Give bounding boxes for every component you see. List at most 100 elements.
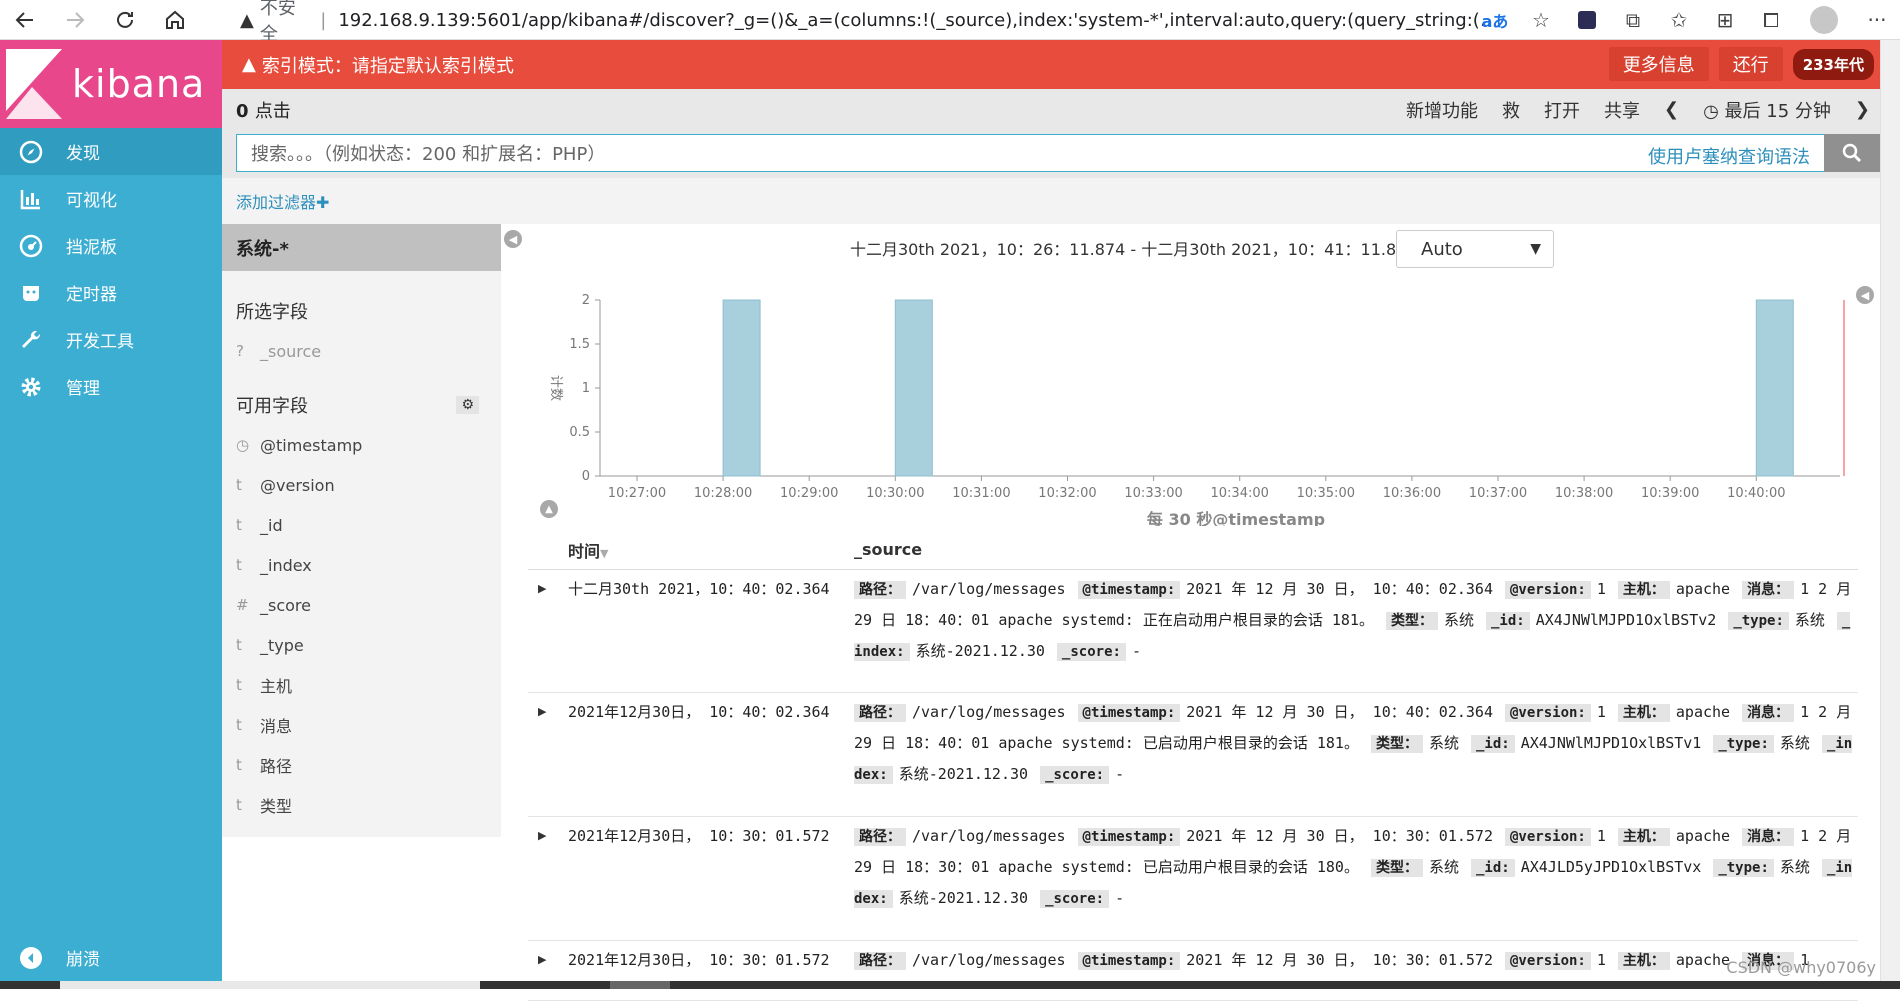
time-picker[interactable]: ◷ 最后 15 分钟 <box>1703 97 1831 123</box>
sidebar-item-label: 可视化 <box>66 186 117 211</box>
expand-row-icon[interactable]: ▶ <box>538 582 546 595</box>
dismiss-button[interactable]: 还行 <box>1719 47 1783 81</box>
id-key: _id: <box>1471 735 1515 753</box>
time-column-header[interactable]: 时间▼ <box>568 538 608 562</box>
host-value: apache <box>1676 827 1730 845</box>
index-pattern-title[interactable]: 系统-* <box>222 224 501 271</box>
address-bar[interactable]: ▲ 不安全 | 192.168.9.139:5601/app/kibana#/d… <box>240 3 1500 37</box>
more-menu-icon[interactable]: ··· <box>1854 0 1900 40</box>
search-icon <box>1842 143 1862 163</box>
sidebar-item-management[interactable]: 管理 <box>0 363 222 410</box>
host-value: apache <box>1676 580 1730 598</box>
collapse-icon <box>18 945 44 971</box>
field-item[interactable]: t_type <box>222 625 501 665</box>
x-tick-label: 10:29:00 <box>780 486 838 501</box>
collapse-sidebar-icon[interactable]: ◀ <box>504 230 522 248</box>
lucene-syntax-link[interactable]: 使用卢塞纳查询语法 <box>1648 143 1810 169</box>
x-tick-label: 10:32:00 <box>1038 486 1096 501</box>
sidebar-item-label: 开发工具 <box>66 327 134 352</box>
x-tick-label: 10:31:00 <box>952 486 1010 501</box>
reload-button[interactable] <box>100 0 150 40</box>
timestamp-value: 2021 年 12 月 30 日， 10：40：02.364 <box>1186 703 1493 721</box>
time-range-label: 十二月30th 2021，10：26：11.874 - 十二月30th 2021… <box>850 236 1438 260</box>
index-pattern-alert: ▲ 索引模式：请指定默认索引模式 更多信息 还行 233年代 <box>222 40 1900 89</box>
url-text[interactable]: 192.168.9.139:5601/app/kibana#/discover?… <box>338 10 1500 31</box>
gear-icon <box>18 374 44 400</box>
gear-icon[interactable]: ⚙ <box>456 396 479 414</box>
histogram-chart: 00.511.5210:27:0010:28:0010:29:0010:30:0… <box>530 276 1860 526</box>
search-input[interactable]: 搜索。。。（例如状态：200 和扩展名：PHP） <box>236 134 1826 172</box>
y-axis-label: 计数 <box>548 375 563 401</box>
doc-type-value: 系统 <box>1795 611 1825 629</box>
translate-icon[interactable]: aあ <box>1472 0 1518 40</box>
expand-row-icon[interactable]: ▶ <box>538 953 546 966</box>
scroll-thumb-secondary[interactable] <box>610 981 670 989</box>
vertical-scrollbar[interactable] <box>1880 40 1900 989</box>
share-screen-icon[interactable]: ⧠ <box>1748 0 1794 40</box>
sidebar-item-label: 发现 <box>66 139 100 164</box>
host-key: 主机： <box>1618 828 1670 846</box>
add-filter-link[interactable]: 添加过滤器✚ <box>236 189 329 213</box>
favorite-add-icon[interactable]: ☆ <box>1518 0 1564 40</box>
collections-icon[interactable]: ⊞ <box>1702 0 1748 40</box>
x-tick-label: 10:34:00 <box>1211 486 1269 501</box>
table-row[interactable]: ▶十二月30th 2021，10：40：02.364路径：/var/log/me… <box>528 570 1858 693</box>
score-value: - <box>1115 889 1124 907</box>
table-row[interactable]: ▶2021年12月30日， 10：30：01.572路径：/var/log/me… <box>528 817 1858 941</box>
x-tick-label: 10:35:00 <box>1297 486 1355 501</box>
share-button[interactable]: 共享 <box>1604 97 1640 123</box>
field-item[interactable]: t路径 <box>222 745 501 785</box>
profile-avatar[interactable] <box>1810 6 1838 34</box>
timestamp-key: @timestamp: <box>1078 704 1181 722</box>
sidebar-item-dashboard[interactable]: 挡泥板 <box>0 222 222 269</box>
chevron-right-icon[interactable]: ❯ <box>1855 99 1870 120</box>
clock-icon: ◷ <box>1703 101 1724 122</box>
field-name: 主机 <box>260 673 292 697</box>
search-button[interactable] <box>1824 134 1880 172</box>
bar-chart-icon <box>18 186 44 212</box>
field-type-icon: t <box>236 516 260 534</box>
interval-select[interactable]: Auto ▼ <box>1396 230 1554 268</box>
field-item[interactable]: ? _source <box>222 335 501 367</box>
scroll-thumb[interactable] <box>60 981 480 989</box>
sidebar-item-devtools[interactable]: 开发工具 <box>0 316 222 363</box>
open-button[interactable]: 打开 <box>1544 97 1580 123</box>
sidebar-item-timelion[interactable]: 定时器 <box>0 269 222 316</box>
save-button[interactable]: 救 <box>1502 97 1520 123</box>
score-value: - <box>1132 642 1141 660</box>
y-tick-label: 0 <box>582 469 590 484</box>
home-button[interactable] <box>150 0 200 40</box>
field-item[interactable]: #_score <box>222 585 501 625</box>
row-timestamp: 2021年12月30日， 10：30：01.572 <box>568 825 830 846</box>
expand-row-icon[interactable]: ▶ <box>538 829 546 842</box>
table-row[interactable]: ▶2021年12月30日， 10：40：02.364路径：/var/log/me… <box>528 693 1858 817</box>
field-item[interactable]: t类型 <box>222 785 501 825</box>
new-button[interactable]: 新增功能 <box>1406 97 1478 123</box>
kibana-logo[interactable]: kibana <box>0 40 222 128</box>
sidebar-collapse[interactable]: 崩溃 <box>0 934 222 981</box>
favorites-icon[interactable]: ✩ <box>1656 0 1702 40</box>
expand-row-icon[interactable]: ▶ <box>538 705 546 718</box>
chevron-left-icon[interactable]: ❮ <box>1664 99 1679 120</box>
horizontal-scrollbar[interactable] <box>0 981 1900 989</box>
field-item[interactable]: t消息 <box>222 705 501 745</box>
more-info-button[interactable]: 更多信息 <box>1609 47 1709 81</box>
field-item[interactable]: t主机 <box>222 665 501 705</box>
version-value: 1 <box>1597 827 1606 845</box>
sidebar-item-visualize[interactable]: 可视化 <box>0 175 222 222</box>
table-row[interactable]: ▶2021年12月30日， 10：30：01.572路径：/var/log/me… <box>528 941 1858 1001</box>
back-button[interactable] <box>0 0 50 40</box>
field-item[interactable]: t_index <box>222 545 501 585</box>
collapse-right-icon[interactable]: ◀ <box>1856 286 1874 304</box>
collapse-chart-icon[interactable]: ▲ <box>540 500 558 518</box>
sidebar-item-discover[interactable]: 发现 <box>0 128 222 175</box>
extension-app-icon[interactable] <box>1564 0 1610 40</box>
forward-button[interactable] <box>50 0 100 40</box>
sidebar-collapse-label: 崩溃 <box>66 945 100 970</box>
field-item[interactable]: ◷@timestamp <box>222 425 501 465</box>
field-item[interactable]: t@version <box>222 465 501 505</box>
index-value: 系统-2021.12.30 <box>899 765 1028 783</box>
puzzle-icon[interactable]: ⧉ <box>1610 0 1656 40</box>
browser-extensions: aあ ☆ ⧉ ✩ ⊞ ⧠ ··· <box>1472 0 1900 40</box>
field-item[interactable]: t_id <box>222 505 501 545</box>
